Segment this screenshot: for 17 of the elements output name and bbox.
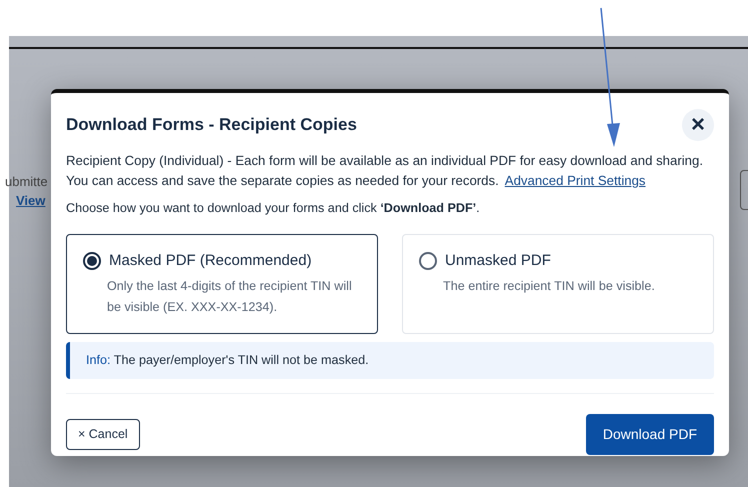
option-label: Masked PDF (Recommended)	[109, 250, 312, 271]
radio-button[interactable]	[83, 252, 101, 270]
description-text: Recipient Copy (Individual) - Each form will be available as an individual PDF for easy download and sharing. You can access and save the separate copies as needed for your records. Advanced Print Settings	[66, 152, 704, 190]
option-label: Unmasked PDF	[445, 250, 551, 271]
radio-button[interactable]	[419, 252, 437, 270]
option-description: Only the last 4-digits of the recipient TIN will be visible (EX. XXX-XX-1234).	[107, 278, 353, 316]
view-link[interactable]: View	[16, 191, 46, 210]
close-button[interactable]: ×	[682, 109, 714, 141]
download-button[interactable]: Download PDF	[586, 414, 714, 456]
instruction-text: Choose how you want to download your forms and click ‘Download PDF’.	[66, 200, 481, 217]
dialog-title: Download Forms - Recipient Copies	[66, 114, 357, 136]
option-card[interactable]: Unmasked PDF The entire recipient TIN will be visible.	[402, 234, 714, 334]
option-card[interactable]: Masked PDF (Recommended) Only the last 4-digits of the recipient TIN will be visible (EX. XXX-XX-1234).	[66, 234, 378, 334]
advanced-print-settings-link[interactable]: Advanced Print Settings	[504, 173, 646, 188]
info-text: Info: The payer/employer's TIN will not be masked.	[86, 353, 369, 368]
cancel-button[interactable]: × Cancel	[66, 419, 140, 450]
option-description: The entire recipient TIN will be visible.	[443, 278, 656, 296]
